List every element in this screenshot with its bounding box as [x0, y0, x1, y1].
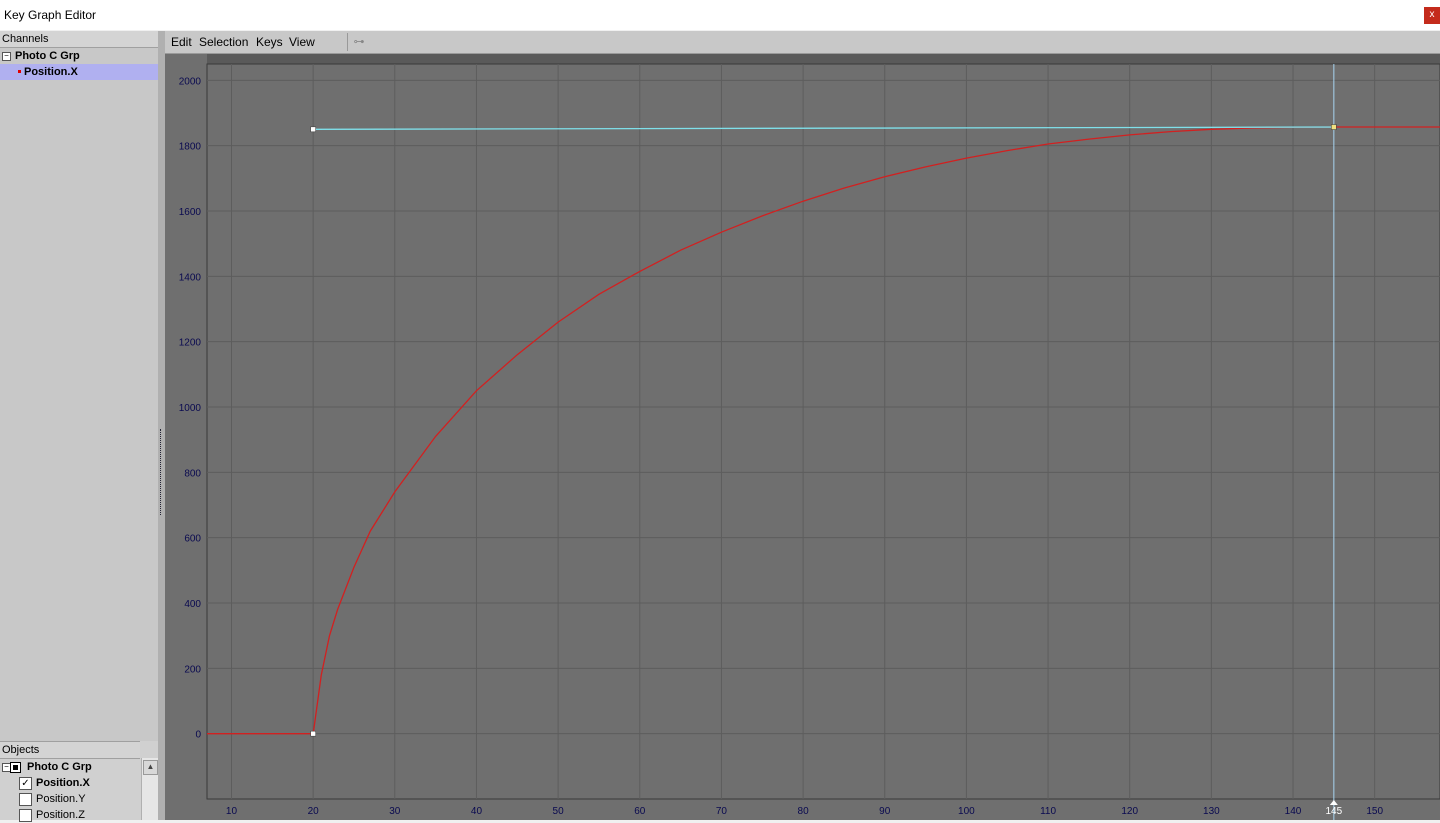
object-item-label: Position.Y: [36, 793, 86, 805]
collapse-toggle[interactable]: −: [2, 52, 11, 61]
y-tick-label: 400: [184, 599, 201, 610]
x-tick-label: 110: [1040, 806, 1056, 817]
menu-selection[interactable]: Selection: [199, 35, 248, 49]
object-group-label: Photo C Grp: [27, 761, 92, 773]
x-tick-label: 10: [226, 806, 238, 817]
menu-bar: Edit Selection Keys View ⊶: [165, 31, 1440, 54]
graph-top-border: [165, 54, 1440, 64]
window-title: Key Graph Editor: [4, 8, 97, 22]
menu-view[interactable]: View: [289, 35, 315, 49]
x-tick-label: 130: [1203, 806, 1220, 817]
channel-group-row[interactable]: − Photo C Grp: [0, 48, 158, 64]
menu-edit[interactable]: Edit: [171, 35, 192, 49]
channel-item-position-x[interactable]: Position.X: [0, 64, 158, 80]
position-y-checkbox[interactable]: [19, 793, 32, 806]
x-tick-label: 120: [1121, 806, 1138, 817]
channel-group-label: Photo C Grp: [15, 50, 80, 62]
object-item-position-x[interactable]: ✓ Position.X: [0, 775, 158, 791]
object-item-position-z[interactable]: Position.Z: [0, 807, 158, 823]
graph-area[interactable]: 0 200 400 600 800 1000 1200 1400 1600 1800 2000 10…: [165, 54, 1440, 820]
y-tick-label: 0: [195, 730, 201, 741]
panel-splitter[interactable]: [158, 31, 165, 820]
y-tick-label: 1400: [179, 272, 202, 283]
y-tick-label: 2000: [179, 76, 202, 87]
menu-keys[interactable]: Keys: [256, 35, 283, 49]
current-frame-label: 145: [1326, 806, 1343, 817]
x-tick-label: 70: [716, 806, 728, 817]
x-tick-label: 20: [308, 806, 320, 817]
channels-panel: Channels − Photo C Grp Position.X: [0, 31, 158, 820]
objects-panel: Objects − Photo C Grp ✓ Position.X Posit…: [0, 741, 158, 823]
y-tick-label: 1000: [179, 403, 202, 414]
x-tick-label: 150: [1366, 806, 1383, 817]
graph-background: [165, 54, 1440, 820]
object-item-label: Position.Z: [36, 809, 85, 821]
y-tick-label: 600: [184, 534, 201, 545]
scroll-up-arrow-icon[interactable]: ▲: [143, 760, 158, 775]
key-graph[interactable]: 0 200 400 600 800 1000 1200 1400 1600 1800 2000 10…: [165, 54, 1440, 820]
splitter-grip[interactable]: [160, 429, 164, 515]
keyframe-point[interactable]: [310, 126, 316, 133]
x-tick-label: 50: [553, 806, 565, 817]
channels-header: Channels: [0, 31, 158, 48]
object-item-label: Position.X: [36, 777, 90, 789]
x-tick-label: 90: [879, 806, 891, 817]
objects-scrollbar[interactable]: ▲: [141, 758, 158, 820]
x-tick-label: 80: [798, 806, 810, 817]
keyframe-point[interactable]: [1331, 124, 1337, 130]
object-icon: [10, 762, 21, 773]
position-z-checkbox[interactable]: [19, 809, 32, 822]
object-group-row[interactable]: − Photo C Grp: [0, 759, 158, 775]
x-tick-label: 60: [634, 806, 646, 817]
channel-color-swatch: [18, 70, 21, 73]
y-ruler: [165, 54, 207, 820]
position-x-checkbox[interactable]: ✓: [19, 777, 32, 790]
x-tick-label: 100: [958, 806, 975, 817]
y-tick-label: 200: [184, 664, 201, 675]
y-tick-label: 800: [184, 468, 201, 479]
y-tick-label: 1200: [179, 338, 202, 349]
channel-item-label: Position.X: [24, 66, 78, 78]
x-tick-label: 30: [389, 806, 401, 817]
object-item-position-y[interactable]: Position.Y: [0, 791, 158, 807]
key-tangent-icon[interactable]: ⊶: [347, 33, 370, 51]
close-button[interactable]: x: [1424, 7, 1440, 24]
x-tick-labels: 10 20 30 40 50 60 70 80 90 100 110 120 130 140 150: [226, 806, 1384, 817]
x-tick-label: 40: [471, 806, 483, 817]
keyframe-point[interactable]: [310, 730, 316, 737]
x-tick-label: 140: [1285, 806, 1302, 817]
title-bar: Key Graph Editor x: [0, 0, 1440, 30]
objects-header: Objects: [0, 741, 140, 759]
y-tick-label: 1600: [179, 207, 202, 218]
y-tick-label: 1800: [179, 142, 202, 153]
